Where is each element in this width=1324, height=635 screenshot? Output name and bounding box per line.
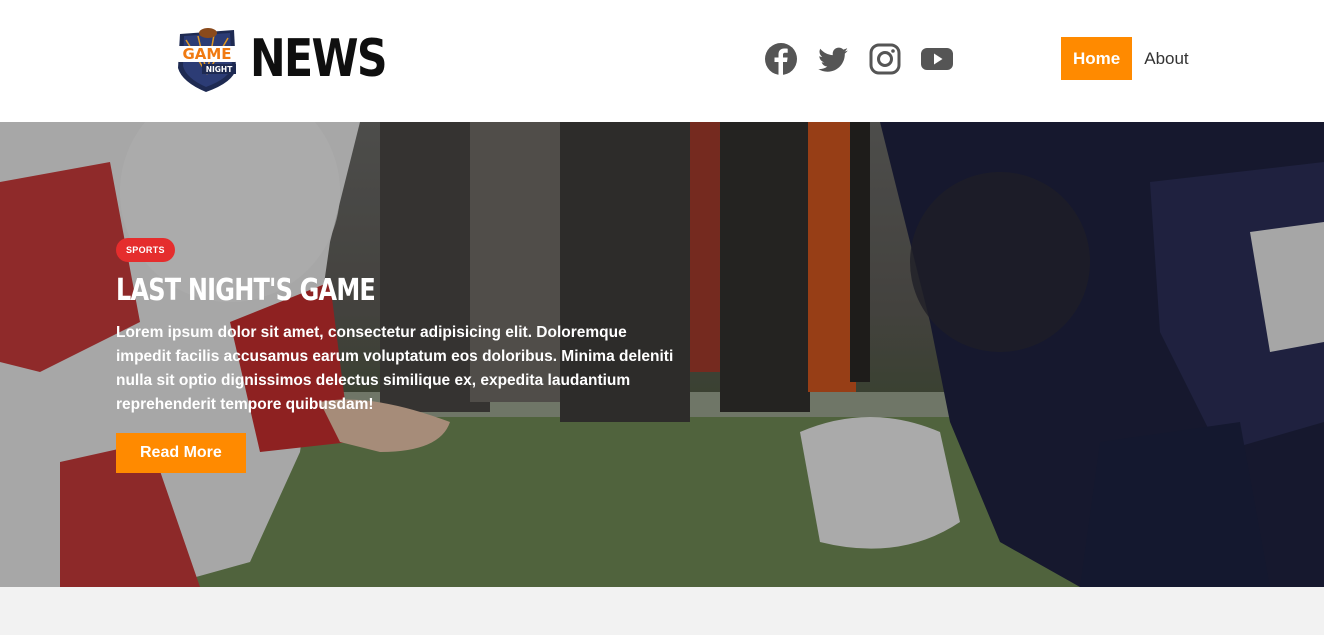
game-night-logo: GAME NIGHT <box>176 28 238 92</box>
logo-text-bottom: NIGHT <box>206 65 234 74</box>
facebook-icon <box>765 43 797 75</box>
instagram-icon <box>869 43 901 75</box>
main-nav: Home About <box>1061 37 1201 80</box>
category-badge[interactable]: SPORTS <box>116 238 175 262</box>
youtube-icon <box>921 48 953 70</box>
read-more-button[interactable]: Read More <box>116 432 246 473</box>
youtube-link[interactable] <box>920 42 954 76</box>
hero-content: SPORTS LAST NIGHT'S GAME Lorem ipsum dol… <box>116 238 676 473</box>
hero-title: LAST NIGHT'S GAME <box>116 273 376 308</box>
nav-about-link[interactable]: About <box>1132 37 1200 80</box>
facebook-link[interactable] <box>764 42 798 76</box>
brand-logo-link[interactable]: GAME NIGHT NEWS <box>174 24 416 94</box>
site-header: GAME NIGHT NEWS Home About <box>0 0 1324 122</box>
hero-description: Lorem ipsum dolor sit amet, consectetur … <box>116 323 674 413</box>
hero-banner: SPORTS LAST NIGHT'S GAME Lorem ipsum dol… <box>0 122 1324 587</box>
twitter-link[interactable] <box>816 42 850 76</box>
brand-wordmark: NEWS <box>250 29 388 89</box>
logo-text-top: GAME <box>182 45 231 63</box>
twitter-icon <box>818 47 848 72</box>
social-links <box>764 42 954 76</box>
content-area <box>0 587 1324 635</box>
nav-home-link[interactable]: Home <box>1061 37 1133 80</box>
instagram-link[interactable] <box>868 42 902 76</box>
